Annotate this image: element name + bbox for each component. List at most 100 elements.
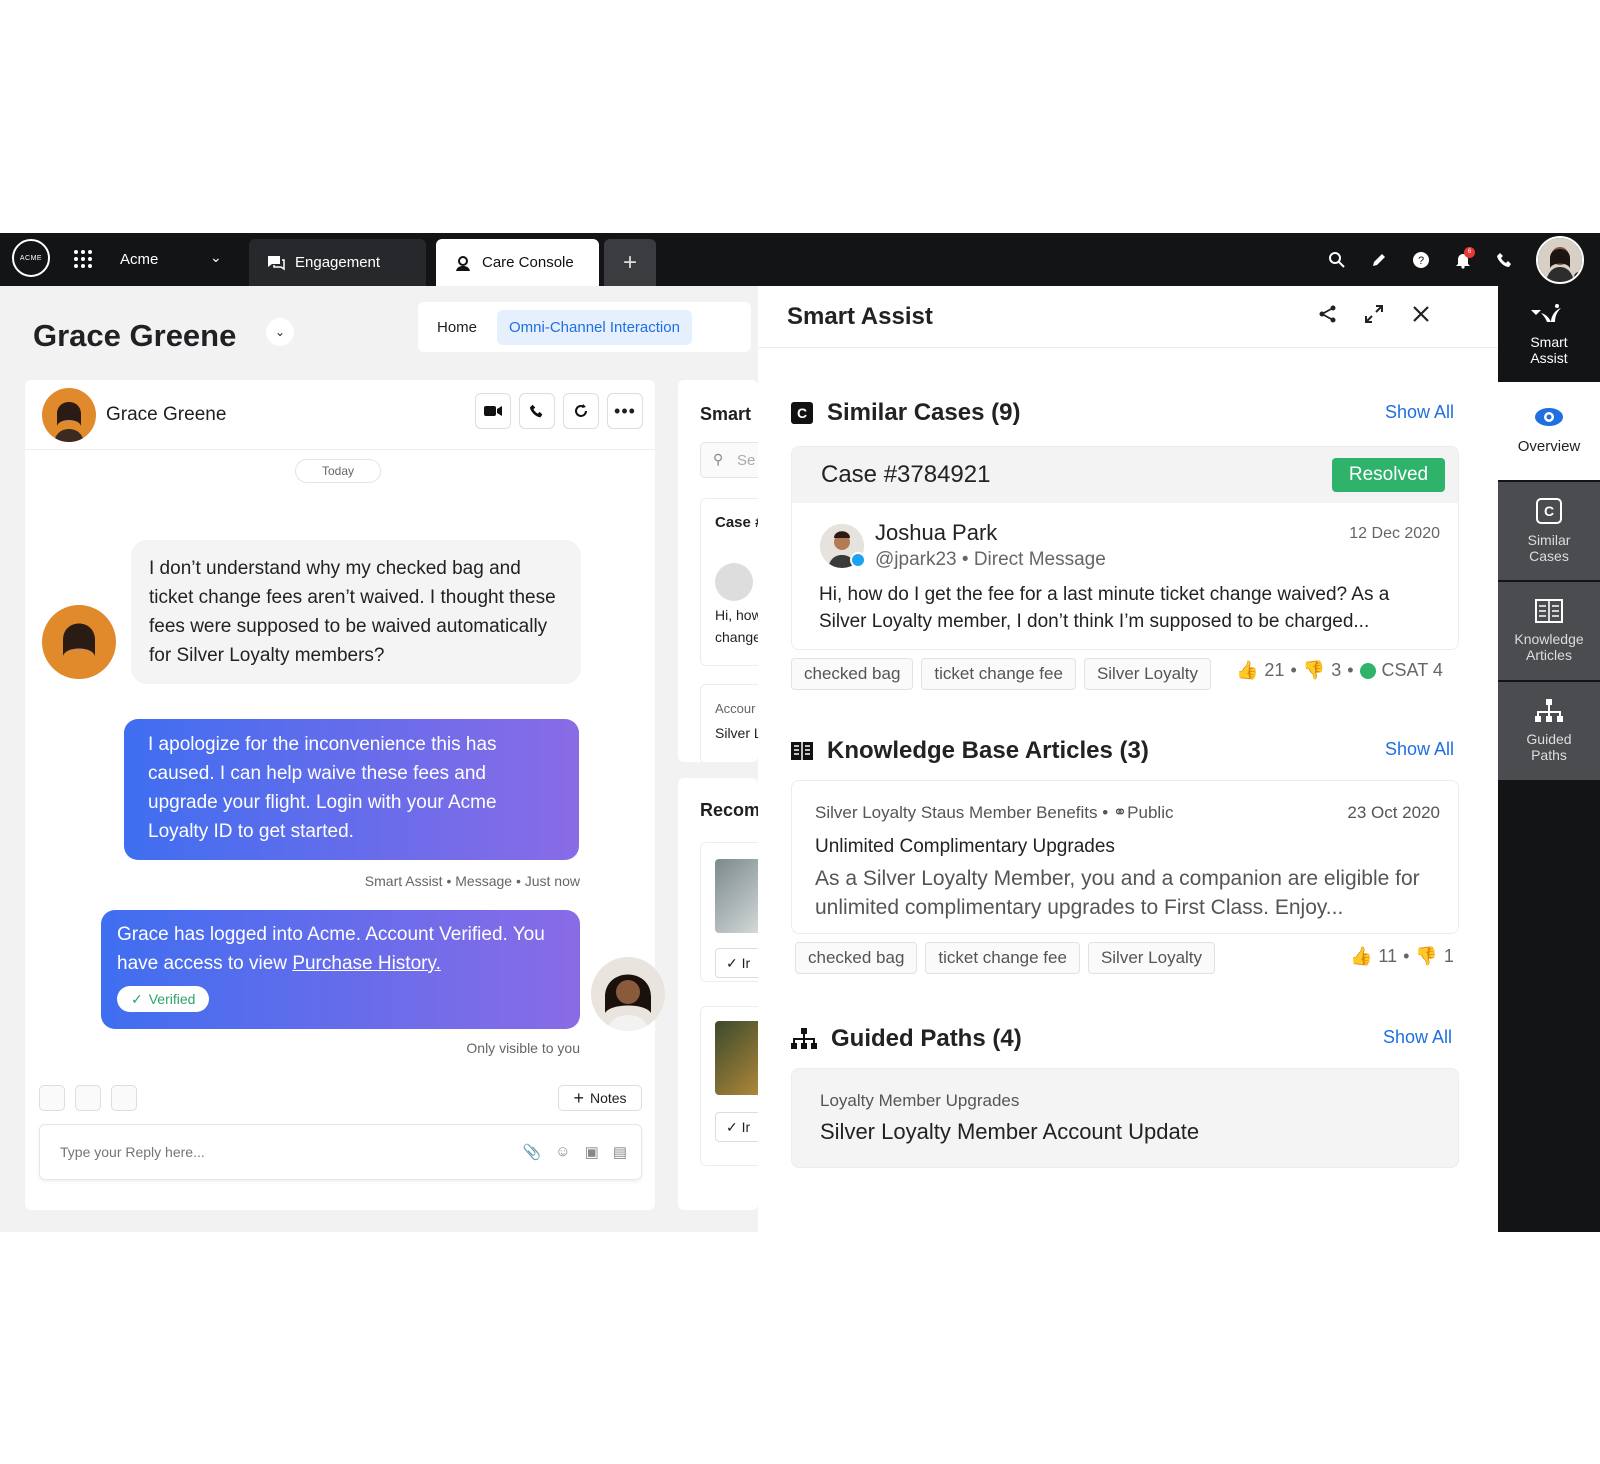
voice-call-button[interactable] (519, 393, 555, 429)
email-channel-icon[interactable] (111, 1085, 137, 1111)
case-stats: 👍 21 • 👎 3 • CSAT 4 (1236, 660, 1443, 680)
article-body: As a Silver Loyalty Member, you and a co… (815, 867, 1420, 919)
purchase-history-link[interactable]: Purchase History. (292, 953, 441, 974)
article-heading: Unlimited Complimentary Upgrades (815, 836, 1115, 857)
app-launcher-icon[interactable] (74, 250, 92, 268)
online-status-dot (1574, 271, 1582, 282)
csat-smile-icon (1359, 662, 1376, 679)
tag[interactable]: ticket change fee (921, 658, 1076, 690)
check-icon: ✓ (131, 991, 143, 1007)
bell-icon[interactable]: 6 (1442, 239, 1484, 281)
chevron-down-icon[interactable]: ⌄ (266, 318, 294, 346)
account-value: Silver L (715, 725, 758, 741)
recommendation-button[interactable]: ✓ Ir (715, 1112, 758, 1142)
check-icon: ✓ (726, 955, 742, 971)
svg-text:C: C (1544, 503, 1554, 519)
svg-text:?: ? (1418, 255, 1424, 267)
more-options-button[interactable]: ••• (607, 393, 643, 429)
tag[interactable]: checked bag (795, 942, 918, 974)
likes-count: 11 (1378, 946, 1398, 966)
smart-assist-title: Smart Assist (787, 303, 933, 330)
notes-label: Notes (589, 1090, 627, 1106)
agent-avatar (591, 957, 665, 1031)
message-meta: Smart Assist • Message • Just now (364, 873, 580, 889)
dislikes-count: 1 (1443, 946, 1454, 966)
tag[interactable]: Silver Loyalty (1087, 942, 1216, 974)
recommendations-card: Recom ✓ Ir ✓ Ir (678, 778, 758, 1210)
knowledge-show-all[interactable]: Show All (1385, 739, 1454, 760)
knowledge-article-card[interactable]: Silver Loyalty Staus Member Benefits • ⚭… (791, 780, 1459, 934)
add-tab-button[interactable]: + (604, 239, 656, 286)
case-handle: @jpark23 • Direct Message (875, 549, 1106, 570)
case-preview-card[interactable]: Case # Hi, how change (700, 498, 758, 666)
account-label: Accour (715, 701, 756, 716)
rail-overview[interactable]: Overview (1498, 382, 1600, 480)
tag[interactable]: Silver Loyalty (1083, 658, 1212, 690)
breadcrumb-omni-channel[interactable]: Omni-Channel Interaction (497, 309, 692, 345)
dislikes-count: 3 (1331, 660, 1342, 680)
tag[interactable]: ticket change fee (925, 942, 1080, 974)
smart-assist-header: Smart Assist (758, 286, 1498, 348)
user-avatar[interactable] (1536, 235, 1584, 284)
article-stats: 👍 11 • 👎 1 (1350, 946, 1454, 966)
refresh-button[interactable] (563, 393, 599, 429)
sms-channel-icon[interactable] (39, 1085, 65, 1111)
verified-badge: ✓ Verified (117, 986, 210, 1012)
similar-cases-show-all[interactable]: Show All (1385, 402, 1454, 423)
whatsapp-channel-icon[interactable] (75, 1085, 101, 1111)
similar-case-card[interactable]: Case #3784921 Resolved Joshua Park @jpar… (791, 446, 1459, 650)
contact-name: Grace Greene (106, 403, 227, 425)
case-icon: C (1536, 498, 1562, 524)
add-notes-button[interactable]: + Notes (558, 1085, 642, 1111)
smart-summary-card: Smart ⚲ Se Case # Hi, how change Accour … (678, 380, 758, 762)
guided-path-category: Loyalty Member Upgrades (820, 1091, 1020, 1110)
workspace-name[interactable]: Acme (120, 251, 158, 268)
help-icon[interactable]: ? (1400, 239, 1442, 281)
pencil-icon[interactable] (1358, 239, 1400, 281)
recommendation-button-label: Ir (741, 1119, 751, 1135)
top-bar: ACME Acme ⌄ Engagement Care Console + ? … (0, 233, 1600, 286)
video-call-button[interactable] (475, 393, 511, 429)
guided-path-card[interactable]: Loyalty Member Upgrades Silver Loyalty M… (791, 1068, 1459, 1168)
rail-smart-assist[interactable]: Smart Assist (1498, 300, 1600, 380)
guided-paths-show-all[interactable]: Show All (1383, 1027, 1452, 1048)
reply-input[interactable] (40, 1125, 420, 1179)
smart-search-input[interactable]: ⚲ Se (700, 442, 758, 478)
breadcrumb: Home Omni-Channel Interaction (418, 302, 751, 352)
tab-care-console[interactable]: Care Console (436, 239, 599, 286)
search-placeholder: Se (737, 452, 756, 469)
case-body: Hi, how do I get the fee for a last minu… (819, 584, 1390, 632)
phone-icon[interactable] (1484, 239, 1526, 281)
close-icon[interactable] (1403, 296, 1439, 332)
rail-similar-cases[interactable]: C Similar Cases (1498, 482, 1600, 580)
chat-icon (268, 255, 285, 270)
smart-assist-icon (1531, 304, 1561, 322)
template-icon[interactable]: ▤ (613, 1143, 627, 1161)
chevron-down-icon[interactable]: ⌄ (210, 249, 222, 266)
tab-engagement[interactable]: Engagement (249, 239, 426, 286)
thumbs-down-icon: 👎 (1302, 660, 1326, 680)
emoji-icon[interactable]: ☺ (555, 1143, 570, 1161)
rail-guided-paths[interactable]: Guided Paths (1498, 682, 1600, 780)
status-badge: Resolved (1332, 458, 1445, 492)
breadcrumb-home[interactable]: Home (425, 310, 489, 345)
book-icon (1535, 599, 1563, 623)
share-icon[interactable] (1310, 296, 1346, 332)
tag[interactable]: checked bag (791, 658, 914, 690)
attachment-icon[interactable]: 📎 (523, 1143, 542, 1161)
system-message: Grace has logged into Acme. Account Veri… (101, 910, 580, 1029)
acme-logo[interactable]: ACME (12, 239, 50, 277)
reply-box: 📎 ☺ ▣ ▤ (39, 1124, 642, 1180)
rail-knowledge-articles[interactable]: Knowledge Articles (1498, 582, 1600, 680)
case-id: Case #3784921 (821, 461, 991, 488)
expand-icon[interactable] (1356, 296, 1392, 332)
gif-icon[interactable]: ▣ (585, 1143, 599, 1161)
headset-icon (456, 255, 470, 271)
case-icon: C (791, 402, 813, 424)
case-tags: checked bag ticket change fee Silver Loy… (791, 658, 1212, 690)
recommendation-button[interactable]: ✓ Ir (715, 948, 758, 978)
conversation-header: Grace Greene ••• (25, 380, 655, 450)
search-icon: ⚲ (713, 451, 724, 467)
contact-avatar[interactable] (42, 387, 96, 442)
search-icon[interactable] (1316, 239, 1358, 281)
